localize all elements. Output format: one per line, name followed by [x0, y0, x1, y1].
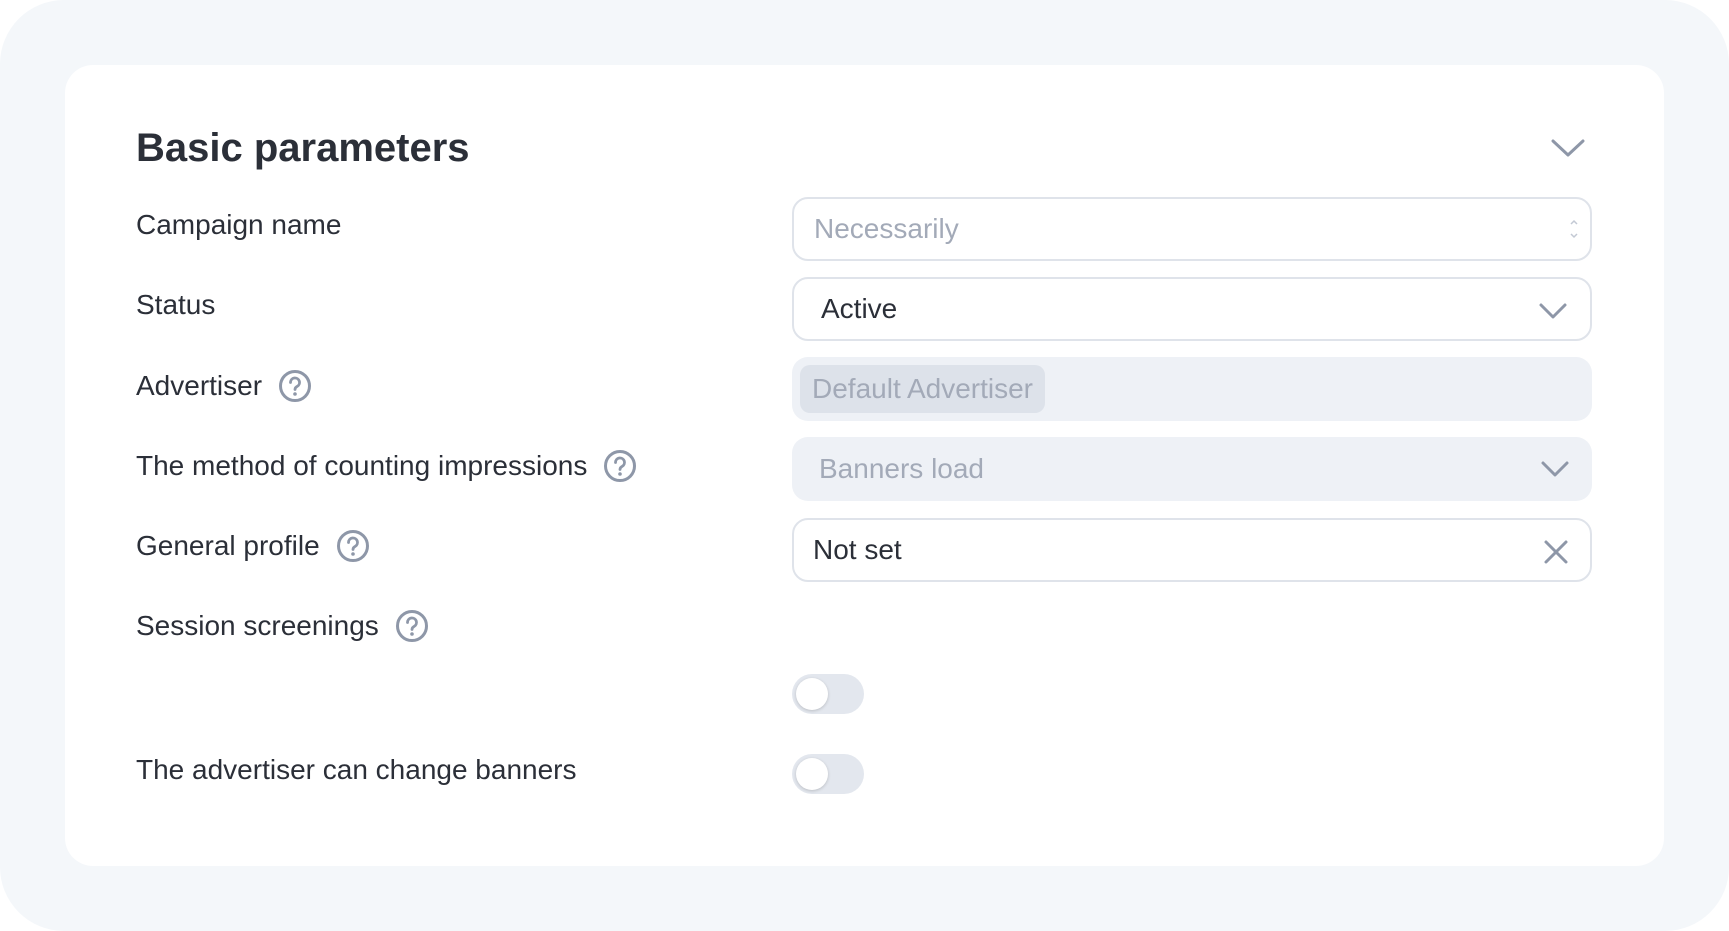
- help-icon[interactable]: [603, 449, 637, 483]
- help-icon[interactable]: [336, 529, 370, 563]
- collapse-button[interactable]: [1546, 132, 1590, 164]
- close-icon: [1544, 540, 1568, 564]
- toggle-knob: [796, 758, 828, 790]
- help-icon[interactable]: [395, 609, 429, 643]
- status-label: Status: [136, 273, 215, 337]
- session-screenings-label-text: Session screenings: [136, 610, 379, 641]
- campaign-name-label: Campaign name: [136, 193, 341, 257]
- general-profile-label-text: General profile: [136, 530, 320, 561]
- status-select[interactable]: Active: [792, 277, 1592, 341]
- chevron-down-icon: [1551, 139, 1585, 157]
- campaign-name-label-text: Campaign name: [136, 209, 342, 240]
- chevron-down-icon: [1541, 461, 1569, 477]
- session-screenings-label: Session screenings: [136, 594, 429, 658]
- impressions-method-value: Banners load: [819, 453, 985, 484]
- general-profile-label: General profile: [136, 514, 370, 578]
- help-icon[interactable]: [278, 369, 312, 403]
- advertiser-change-banners-toggle[interactable]: [792, 754, 864, 794]
- section-title: Basic parameters: [136, 126, 470, 170]
- general-profile-value: Not set: [813, 534, 902, 565]
- session-screenings-toggle[interactable]: [792, 674, 864, 714]
- impressions-method-select: Banners load: [792, 437, 1592, 501]
- status-label-text: Status: [136, 289, 216, 320]
- general-profile-field[interactable]: Not set: [792, 518, 1592, 582]
- status-value: Active: [821, 293, 898, 324]
- advertiser-field: Default Advertiser: [792, 357, 1592, 421]
- impressions-method-label: The method of counting impressions: [136, 434, 637, 498]
- advertiser-label: Advertiser: [136, 354, 312, 418]
- advertiser-chip: Default Advertiser: [800, 365, 1045, 413]
- advertiser-label-text: Advertiser: [136, 370, 263, 401]
- impressions-method-label-text: The method of counting impressions: [136, 450, 588, 481]
- advertiser-change-banners-label: The advertiser can change banners: [136, 738, 577, 802]
- toggle-knob: [796, 678, 828, 710]
- clear-button[interactable]: [1540, 536, 1572, 568]
- advertiser-change-banners-label-text: The advertiser can change banners: [136, 754, 577, 785]
- campaign-name-field[interactable]: [792, 197, 1592, 261]
- resize-arrows-icon: [1570, 219, 1578, 239]
- chevron-down-icon: [1539, 303, 1567, 319]
- campaign-name-input[interactable]: [794, 213, 1590, 245]
